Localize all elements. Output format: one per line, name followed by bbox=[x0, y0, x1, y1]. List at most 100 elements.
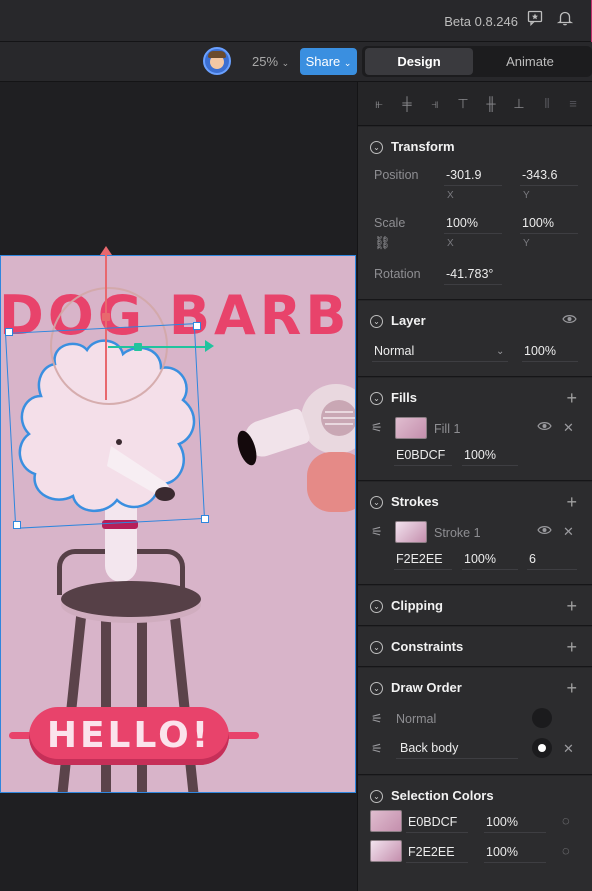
section-title: Draw Order bbox=[391, 680, 462, 695]
tab-design[interactable]: Design bbox=[365, 48, 473, 75]
eye-icon[interactable] bbox=[562, 313, 577, 329]
close-icon[interactable]: ✕ bbox=[563, 420, 574, 436]
stroke-color-swatch[interactable] bbox=[395, 521, 427, 543]
stool-leg bbox=[101, 616, 111, 792]
scale-x-field[interactable]: 100% bbox=[446, 216, 478, 230]
field-underline bbox=[522, 361, 578, 362]
selection-colors-section: ⌄ Selection Colors E0BDCF 100% ◌ F2E2EE 1… bbox=[358, 776, 592, 891]
field-underline bbox=[372, 361, 508, 362]
feedback-icon[interactable] bbox=[524, 10, 546, 32]
selection-color-swatch[interactable] bbox=[370, 810, 402, 832]
rotation-label: Rotation bbox=[374, 267, 421, 281]
draw-order-row-label[interactable]: Back body bbox=[400, 741, 458, 755]
inspector-panel: ⫦ ╪ ⫣ ⊤ ╫ ⊥ ⫴ ≡ ⌄ Transform Position -301… bbox=[357, 82, 592, 891]
chevron-down-icon: ⌄ bbox=[370, 140, 383, 154]
layer-header[interactable]: ⌄ Layer bbox=[370, 301, 426, 341]
eye-icon[interactable] bbox=[537, 524, 552, 540]
sliders-icon[interactable]: ⚟ bbox=[371, 741, 383, 757]
fill-name: Fill 1 bbox=[434, 422, 461, 436]
field-underline bbox=[406, 862, 468, 863]
eye-icon[interactable] bbox=[537, 420, 552, 436]
close-icon[interactable]: ✕ bbox=[563, 524, 574, 540]
add-draw-rule-icon[interactable]: + bbox=[566, 678, 577, 698]
stroke-hex-field[interactable]: F2E2EE bbox=[396, 552, 443, 566]
tab-animate[interactable]: Animate bbox=[476, 48, 584, 75]
chevron-down-icon[interactable]: ⌄ bbox=[496, 344, 504, 360]
position-y-field[interactable]: -343.6 bbox=[522, 168, 557, 182]
resize-handle-top-left[interactable] bbox=[5, 328, 13, 336]
strokes-header[interactable]: ⌄ Strokes bbox=[370, 482, 439, 522]
sliders-icon[interactable]: ⚟ bbox=[371, 420, 383, 436]
align-center-v-icon[interactable]: ╫ bbox=[482, 95, 500, 113]
section-title: Selection Colors bbox=[391, 788, 494, 803]
y-axis-arrow-icon[interactable] bbox=[100, 246, 112, 255]
target-icon[interactable]: ◌ bbox=[562, 843, 570, 859]
chevron-down-icon: ⌄ bbox=[370, 495, 383, 509]
target-icon[interactable]: ◌ bbox=[562, 813, 570, 829]
field-underline bbox=[462, 569, 518, 570]
fill-hex-field[interactable]: E0BDCF bbox=[396, 448, 445, 462]
layer-opacity-field[interactable]: 100% bbox=[524, 344, 556, 358]
rotation-field[interactable]: -41.783° bbox=[446, 267, 493, 281]
chevron-down-icon: ⌄ bbox=[370, 314, 383, 328]
fill-color-swatch[interactable] bbox=[395, 417, 427, 439]
selection-color-hex[interactable]: E0BDCF bbox=[408, 815, 457, 829]
position-x-field[interactable]: -301.9 bbox=[446, 168, 481, 182]
link-scale-icon[interactable]: ⛓ bbox=[374, 235, 391, 251]
close-icon[interactable]: ✕ bbox=[563, 741, 574, 757]
selection-color-opacity[interactable]: 100% bbox=[486, 815, 518, 829]
align-right-icon[interactable]: ⫣ bbox=[426, 95, 444, 113]
distribute-v-icon[interactable]: ≡ bbox=[564, 95, 582, 113]
scale-label: Scale bbox=[374, 216, 406, 230]
toolbar: 25% ⌄ Share ⌄ Design Animate bbox=[0, 42, 592, 82]
blend-mode-select[interactable]: Normal bbox=[374, 344, 414, 358]
transform-header[interactable]: ⌄ Transform bbox=[370, 127, 455, 167]
app-window: Beta 0.8.246 25% ⌄ Share ⌄ Design Animat… bbox=[0, 0, 592, 891]
align-bottom-icon[interactable]: ⊥ bbox=[510, 95, 528, 113]
add-fill-icon[interactable]: + bbox=[566, 388, 577, 408]
resize-handle-bottom-right[interactable] bbox=[201, 515, 209, 523]
hand bbox=[307, 452, 355, 512]
fills-section: ⌄ Fills + ⚟ Fill 1 ✕ E0BDCF 100% bbox=[358, 378, 592, 481]
selection-color-hex[interactable]: F2E2EE bbox=[408, 845, 455, 859]
x-label: X bbox=[447, 190, 454, 201]
resize-handle-top-right[interactable] bbox=[193, 322, 201, 330]
draw-order-header[interactable]: ⌄ Draw Order bbox=[370, 668, 462, 708]
top-bar: Beta 0.8.246 bbox=[0, 0, 592, 42]
constraints-header[interactable]: ⌄ Constraints bbox=[370, 627, 463, 667]
hello-text: HELLO! bbox=[46, 715, 212, 756]
sliders-icon[interactable]: ⚟ bbox=[371, 711, 383, 727]
stroke-width-field[interactable]: 6 bbox=[529, 552, 536, 566]
zoom-dropdown[interactable]: 25% ⌄ bbox=[252, 54, 289, 69]
share-button[interactable]: Share ⌄ bbox=[300, 48, 357, 75]
x-axis-arrow-icon[interactable] bbox=[205, 340, 214, 352]
sliders-icon[interactable]: ⚟ bbox=[371, 524, 383, 540]
align-top-icon[interactable]: ⊤ bbox=[454, 95, 472, 113]
align-left-icon[interactable]: ⫦ bbox=[370, 95, 388, 113]
bell-icon[interactable] bbox=[554, 10, 576, 32]
draw-order-radio[interactable] bbox=[532, 708, 552, 728]
chevron-down-icon: ⌄ bbox=[370, 599, 383, 613]
clipping-header[interactable]: ⌄ Clipping bbox=[370, 586, 443, 626]
section-title: Transform bbox=[391, 139, 455, 154]
fills-header[interactable]: ⌄ Fills bbox=[370, 378, 417, 418]
resize-handle-bottom-left[interactable] bbox=[13, 521, 21, 529]
selection-color-opacity[interactable]: 100% bbox=[486, 845, 518, 859]
canvas[interactable]: DOG BARBI HELLO! bbox=[0, 82, 357, 891]
distribute-h-icon[interactable]: ⫴ bbox=[538, 95, 556, 113]
add-constraint-icon[interactable]: + bbox=[566, 637, 577, 657]
add-stroke-icon[interactable]: + bbox=[566, 492, 577, 512]
add-clipping-icon[interactable]: + bbox=[566, 596, 577, 616]
zoom-value: 25% bbox=[252, 54, 279, 69]
scale-y-field[interactable]: 100% bbox=[522, 216, 554, 230]
stroke-name: Stroke 1 bbox=[434, 526, 481, 540]
draw-order-radio-selected[interactable] bbox=[532, 738, 552, 758]
y-translate-handle[interactable] bbox=[102, 313, 110, 321]
fill-opacity-field[interactable]: 100% bbox=[464, 448, 496, 462]
field-underline bbox=[444, 185, 502, 186]
avatar[interactable] bbox=[203, 47, 231, 75]
stroke-opacity-field[interactable]: 100% bbox=[464, 552, 496, 566]
transform-section: ⌄ Transform Position -301.9 -343.6 X Y Sc… bbox=[358, 127, 592, 300]
align-center-h-icon[interactable]: ╪ bbox=[398, 95, 416, 113]
selection-color-swatch[interactable] bbox=[370, 840, 402, 862]
